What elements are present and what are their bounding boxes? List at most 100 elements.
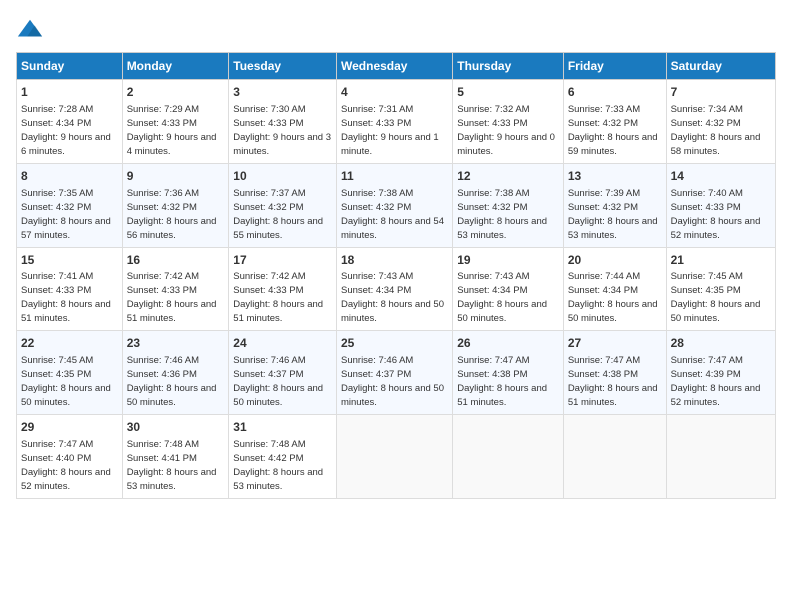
day-info: Sunrise: 7:48 AMSunset: 4:41 PMDaylight:… xyxy=(127,439,217,492)
day-number: 13 xyxy=(568,168,662,185)
calendar-cell: 28 Sunrise: 7:47 AMSunset: 4:39 PMDayligh… xyxy=(666,331,775,415)
calendar-week-5: 29Sunrise: 7:47 AMSunset: 4:40 PMDayligh… xyxy=(17,415,776,499)
calendar-cell: 17 Sunrise: 7:42 AMSunset: 4:33 PMDayligh… xyxy=(229,247,337,331)
day-number: 12 xyxy=(457,168,559,185)
day-number: 29 xyxy=(21,419,118,436)
day-number: 20 xyxy=(568,252,662,269)
day-info: Sunrise: 7:47 AMSunset: 4:38 PMDaylight:… xyxy=(568,355,658,408)
calendar-cell: 8 Sunrise: 7:35 AMSunset: 4:32 PMDaylight… xyxy=(17,163,123,247)
day-number: 10 xyxy=(233,168,332,185)
day-info: Sunrise: 7:44 AMSunset: 4:34 PMDaylight:… xyxy=(568,271,658,324)
day-info: Sunrise: 7:42 AMSunset: 4:33 PMDaylight:… xyxy=(233,271,323,324)
calendar-cell: 31 Sunrise: 7:48 AMSunset: 4:42 PMDayligh… xyxy=(229,415,337,499)
day-info: Sunrise: 7:43 AMSunset: 4:34 PMDaylight:… xyxy=(341,271,444,324)
day-number: 2 xyxy=(127,84,225,101)
day-number: 17 xyxy=(233,252,332,269)
calendar-cell: 1 Sunrise: 7:28 AMSunset: 4:34 PMDaylight… xyxy=(17,80,123,164)
calendar-header-row: SundayMondayTuesdayWednesdayThursdayFrid… xyxy=(17,53,776,80)
day-number: 3 xyxy=(233,84,332,101)
day-number: 14 xyxy=(671,168,771,185)
day-info: Sunrise: 7:42 AMSunset: 4:33 PMDaylight:… xyxy=(127,271,217,324)
day-number: 26 xyxy=(457,335,559,352)
calendar-week-3: 15 Sunrise: 7:41 AMSunset: 4:33 PMDayligh… xyxy=(17,247,776,331)
day-info: Sunrise: 7:34 AMSunset: 4:32 PMDaylight:… xyxy=(671,104,761,157)
calendar-week-1: 1 Sunrise: 7:28 AMSunset: 4:34 PMDaylight… xyxy=(17,80,776,164)
day-number: 11 xyxy=(341,168,448,185)
header-monday: Monday xyxy=(122,53,229,80)
calendar-cell: 3 Sunrise: 7:30 AMSunset: 4:33 PMDaylight… xyxy=(229,80,337,164)
day-info: Sunrise: 7:40 AMSunset: 4:33 PMDaylight:… xyxy=(671,188,761,241)
calendar-cell: 20 Sunrise: 7:44 AMSunset: 4:34 PMDayligh… xyxy=(563,247,666,331)
day-info: Sunrise: 7:29 AMSunset: 4:33 PMDaylight:… xyxy=(127,104,217,157)
day-number: 28 xyxy=(671,335,771,352)
day-info: Sunrise: 7:45 AMSunset: 4:35 PMDaylight:… xyxy=(671,271,761,324)
calendar-cell: 11 Sunrise: 7:38 AMSunset: 4:32 PMDayligh… xyxy=(337,163,453,247)
header-friday: Friday xyxy=(563,53,666,80)
calendar-cell: 25Sunrise: 7:46 AMSunset: 4:37 PMDayligh… xyxy=(337,331,453,415)
calendar-cell: 29Sunrise: 7:47 AMSunset: 4:40 PMDayligh… xyxy=(17,415,123,499)
header-thursday: Thursday xyxy=(453,53,564,80)
day-info: Sunrise: 7:36 AMSunset: 4:32 PMDaylight:… xyxy=(127,188,217,241)
logo xyxy=(16,16,48,44)
calendar-cell: 27 Sunrise: 7:47 AMSunset: 4:38 PMDayligh… xyxy=(563,331,666,415)
day-number: 31 xyxy=(233,419,332,436)
day-number: 30 xyxy=(127,419,225,436)
calendar-cell: 18 Sunrise: 7:43 AMSunset: 4:34 PMDayligh… xyxy=(337,247,453,331)
day-number: 27 xyxy=(568,335,662,352)
day-number: 16 xyxy=(127,252,225,269)
header-wednesday: Wednesday xyxy=(337,53,453,80)
day-info: Sunrise: 7:43 AMSunset: 4:34 PMDaylight:… xyxy=(457,271,547,324)
logo-icon xyxy=(16,16,44,44)
calendar-cell: 23 Sunrise: 7:46 AMSunset: 4:36 PMDayligh… xyxy=(122,331,229,415)
calendar-cell: 5 Sunrise: 7:32 AMSunset: 4:33 PMDaylight… xyxy=(453,80,564,164)
calendar-cell: 12 Sunrise: 7:38 AMSunset: 4:32 PMDayligh… xyxy=(453,163,564,247)
day-number: 4 xyxy=(341,84,448,101)
calendar-cell: 26 Sunrise: 7:47 AMSunset: 4:38 PMDayligh… xyxy=(453,331,564,415)
day-number: 9 xyxy=(127,168,225,185)
day-info: Sunrise: 7:38 AMSunset: 4:32 PMDaylight:… xyxy=(457,188,547,241)
calendar-cell xyxy=(337,415,453,499)
day-number: 1 xyxy=(21,84,118,101)
day-info: Sunrise: 7:47 AMSunset: 4:38 PMDaylight:… xyxy=(457,355,547,408)
day-info: Sunrise: 7:41 AMSunset: 4:33 PMDaylight:… xyxy=(21,271,111,324)
calendar-cell: 16 Sunrise: 7:42 AMSunset: 4:33 PMDayligh… xyxy=(122,247,229,331)
calendar-cell: 7Sunrise: 7:34 AMSunset: 4:32 PMDaylight… xyxy=(666,80,775,164)
day-info: Sunrise: 7:30 AMSunset: 4:33 PMDaylight:… xyxy=(233,104,331,157)
calendar-cell xyxy=(453,415,564,499)
day-info: Sunrise: 7:48 AMSunset: 4:42 PMDaylight:… xyxy=(233,439,323,492)
day-number: 23 xyxy=(127,335,225,352)
day-number: 22 xyxy=(21,335,118,352)
day-info: Sunrise: 7:32 AMSunset: 4:33 PMDaylight:… xyxy=(457,104,555,157)
calendar-cell: 4 Sunrise: 7:31 AMSunset: 4:33 PMDaylight… xyxy=(337,80,453,164)
day-info: Sunrise: 7:35 AMSunset: 4:32 PMDaylight:… xyxy=(21,188,111,241)
day-number: 15 xyxy=(21,252,118,269)
header-sunday: Sunday xyxy=(17,53,123,80)
calendar-cell xyxy=(666,415,775,499)
day-number: 24 xyxy=(233,335,332,352)
calendar-week-4: 22Sunrise: 7:45 AMSunset: 4:35 PMDayligh… xyxy=(17,331,776,415)
day-info: Sunrise: 7:39 AMSunset: 4:32 PMDaylight:… xyxy=(568,188,658,241)
day-info: Sunrise: 7:28 AMSunset: 4:34 PMDaylight:… xyxy=(21,104,111,157)
day-number: 5 xyxy=(457,84,559,101)
calendar-cell: 6 Sunrise: 7:33 AMSunset: 4:32 PMDaylight… xyxy=(563,80,666,164)
day-info: Sunrise: 7:31 AMSunset: 4:33 PMDaylight:… xyxy=(341,104,439,157)
day-info: Sunrise: 7:38 AMSunset: 4:32 PMDaylight:… xyxy=(341,188,444,241)
calendar-cell: 14 Sunrise: 7:40 AMSunset: 4:33 PMDayligh… xyxy=(666,163,775,247)
calendar-cell: 13 Sunrise: 7:39 AMSunset: 4:32 PMDayligh… xyxy=(563,163,666,247)
calendar-cell: 30 Sunrise: 7:48 AMSunset: 4:41 PMDayligh… xyxy=(122,415,229,499)
day-number: 18 xyxy=(341,252,448,269)
day-number: 21 xyxy=(671,252,771,269)
calendar-cell: 22Sunrise: 7:45 AMSunset: 4:35 PMDayligh… xyxy=(17,331,123,415)
day-info: Sunrise: 7:46 AMSunset: 4:36 PMDaylight:… xyxy=(127,355,217,408)
day-info: Sunrise: 7:47 AMSunset: 4:39 PMDaylight:… xyxy=(671,355,761,408)
calendar-cell xyxy=(563,415,666,499)
day-info: Sunrise: 7:33 AMSunset: 4:32 PMDaylight:… xyxy=(568,104,658,157)
header-tuesday: Tuesday xyxy=(229,53,337,80)
day-number: 8 xyxy=(21,168,118,185)
calendar-week-2: 8 Sunrise: 7:35 AMSunset: 4:32 PMDaylight… xyxy=(17,163,776,247)
calendar-cell: 15 Sunrise: 7:41 AMSunset: 4:33 PMDayligh… xyxy=(17,247,123,331)
header xyxy=(16,16,776,44)
day-info: Sunrise: 7:46 AMSunset: 4:37 PMDaylight:… xyxy=(341,355,444,408)
day-number: 6 xyxy=(568,84,662,101)
header-saturday: Saturday xyxy=(666,53,775,80)
